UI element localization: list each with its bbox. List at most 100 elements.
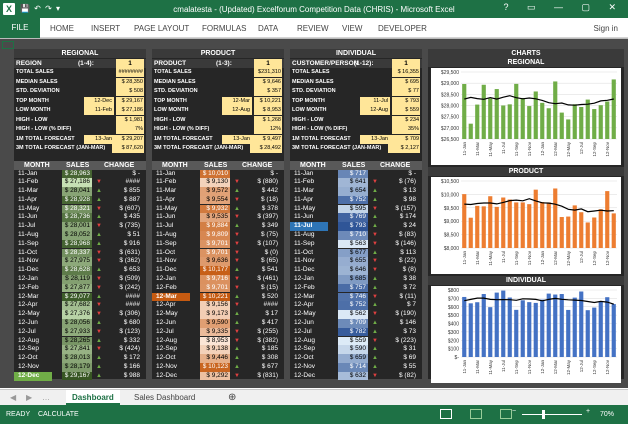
y-tick-label: $- <box>455 355 460 361</box>
arrow-up-icon: ▲ <box>234 188 240 195</box>
x-tick-label: 12-Nov <box>605 359 610 374</box>
arrow-down-icon: ▼ <box>96 249 102 256</box>
arrow-up-icon: ▲ <box>96 372 102 379</box>
page-layout-view-icon[interactable] <box>470 409 482 419</box>
charts-title: CHARTS <box>428 49 624 58</box>
add-sheet-icon[interactable]: ⊕ <box>222 390 242 405</box>
bar <box>462 296 467 357</box>
arrow-down-icon: ▼ <box>234 196 240 203</box>
bar <box>605 101 610 139</box>
selector-row: PRODUCT (1-3): 1 <box>152 59 284 68</box>
month-row: 11-Mar $ 654 ▲ $ 13 <box>290 187 422 196</box>
arrow-down-icon: ▼ <box>372 258 378 265</box>
row-month: 11-Oct <box>156 248 176 256</box>
month-row: 12-Nov $ 714 ▲ $ 55 <box>290 363 422 372</box>
x-tick-label: 11-May <box>488 250 493 265</box>
selector-input[interactable]: 1 <box>392 59 420 68</box>
month-row: 11-Nov $ 9,636 ▼ $ (65) <box>152 257 284 267</box>
row-month: 12-Sep <box>156 345 177 353</box>
row-month: 11-Aug <box>18 231 39 239</box>
title-bar: X 💾 ↶ ↷ ▾ cmalatesta - (Updated) Excelfo… <box>0 0 628 18</box>
window-controls[interactable]: ? ▭ — ▢ ✕ <box>503 2 624 13</box>
page-break-view-icon[interactable] <box>500 409 512 419</box>
stat-row: TOTAL SALES $231,310 <box>152 68 284 78</box>
row-change: $ (83) <box>399 231 416 239</box>
tab-formulas[interactable]: FORMULAS <box>202 24 246 33</box>
selector-input[interactable]: 1 <box>116 59 144 68</box>
chart-individual[interactable]: $800 $700 $600 $500 $400 $300 $200 $100 $- 11-Jan… <box>431 286 621 383</box>
row-month: 12-Sep <box>294 345 315 353</box>
zoom-slider-thumb[interactable] <box>542 410 545 419</box>
month-row: 12-May $ 562 ▼ $ (190) <box>290 310 422 319</box>
arrow-up-icon: ▲ <box>372 355 378 362</box>
stat-month: 12-Dec <box>84 96 114 106</box>
sheet-tab-sales-dashboard[interactable]: Sales Dashboard <box>128 390 201 405</box>
row-change: $ 435 <box>123 213 140 221</box>
bar <box>546 293 551 357</box>
row-month: 11-Nov <box>18 257 39 265</box>
month-row: 11-Nov $ 27,975 ▼ $ (362) <box>14 257 146 267</box>
tab-developer[interactable]: DEVELOPER <box>378 24 427 33</box>
tab-insert[interactable]: INSERT <box>91 24 120 33</box>
panel-regional: REGIONAL REGION (1-4): 1 TOTAL SALES ########… <box>14 49 146 381</box>
month-row: 12-Jun $ 28,056 ▲ $ 680 <box>14 319 146 328</box>
tab-page-layout[interactable]: PAGE LAYOUT <box>134 24 189 33</box>
x-tick-label: 11-Mar <box>475 360 480 374</box>
stat-value: $ 793 <box>392 96 420 106</box>
sheet-tab-dashboard[interactable]: Dashboard <box>66 390 120 405</box>
row-sales: $ 28,321 <box>62 204 92 214</box>
zoom-in-icon[interactable]: + <box>586 408 590 415</box>
status-calculate[interactable]: CALCULATE <box>38 411 79 418</box>
row-change: $ (461) <box>257 275 278 283</box>
sign-in-link[interactable]: Sign in <box>594 24 618 33</box>
month-row: 12-Jul $ 27,933 ▼ $ (123) <box>14 327 146 337</box>
selector-input[interactable]: 1 <box>254 59 282 68</box>
stat-value: $ 87,620 <box>112 144 144 153</box>
worksheet[interactable]: REGIONAL REGION (1-4): 1 TOTAL SALES ########… <box>0 38 628 388</box>
stat-value: $ 695 <box>392 77 420 87</box>
bar <box>514 83 519 139</box>
bar <box>559 112 564 139</box>
y-tick-label: $200 <box>448 338 459 344</box>
row-month: 11-Jan <box>18 169 38 177</box>
arrow-down-icon: ▼ <box>372 372 378 379</box>
file-tab[interactable]: FILE <box>0 18 40 38</box>
arrow-up-icon: ▲ <box>96 364 102 371</box>
month-row: 11-Jan $ 28,963 $ - <box>14 169 146 179</box>
stat-value: $ 559 <box>392 106 420 115</box>
bar <box>572 297 577 357</box>
stat-label: MEDIAN SALES <box>154 78 196 85</box>
stat-row: 3M TOTAL FORECAST (JAN-MAR) $ 2,127 <box>290 144 422 154</box>
month-row: 12-Jun $ 9,590 ▲ $ 417 <box>152 319 284 328</box>
row-month: 11-Sep <box>156 239 177 247</box>
x-tick-label: 11-Sep <box>514 360 519 375</box>
active-cell[interactable] <box>2 41 14 49</box>
row-change: $ (880) <box>257 178 278 186</box>
arrow-down-icon: ▼ <box>96 205 102 212</box>
col-change: CHANGE <box>380 161 411 169</box>
bar <box>481 84 486 139</box>
stat-value: $ 29,207 <box>112 134 144 144</box>
zoom-level[interactable]: 70% <box>600 411 614 418</box>
arrow-down-icon: ▼ <box>96 302 102 309</box>
row-month: 11-Apr <box>294 195 314 203</box>
tab-data[interactable]: DATA <box>258 24 278 33</box>
bar <box>481 294 486 357</box>
tab-home[interactable]: HOME <box>50 24 74 33</box>
row-month: 12-Jan <box>156 275 176 283</box>
tab-review[interactable]: REVIEW <box>297 24 329 33</box>
row-change: $ 174 <box>399 213 416 221</box>
row-sales: $ 8,953 <box>200 336 230 346</box>
month-row: 12-Oct $ 28,013 ▲ $ 172 <box>14 354 146 363</box>
chart-regional[interactable]: $29,500 $29,000 $28,500 $28,000 $27,500 $27,0… <box>431 68 621 165</box>
row-sales: $ 563 <box>338 239 368 249</box>
more-tabs-icon[interactable]: … <box>36 390 56 405</box>
zoom-out-icon[interactable]: − <box>512 408 516 415</box>
zoom-slider[interactable] <box>522 414 582 415</box>
bar <box>494 292 499 357</box>
normal-view-icon[interactable] <box>440 409 452 419</box>
arrow-up-icon: ▲ <box>372 328 378 335</box>
chart-product[interactable]: $10,500 $10,000 $9,500 $9,000 $8,500 $8,000 11… <box>431 177 621 274</box>
tab-view[interactable]: VIEW <box>342 24 362 33</box>
selector-range: (1-4): <box>78 60 94 67</box>
